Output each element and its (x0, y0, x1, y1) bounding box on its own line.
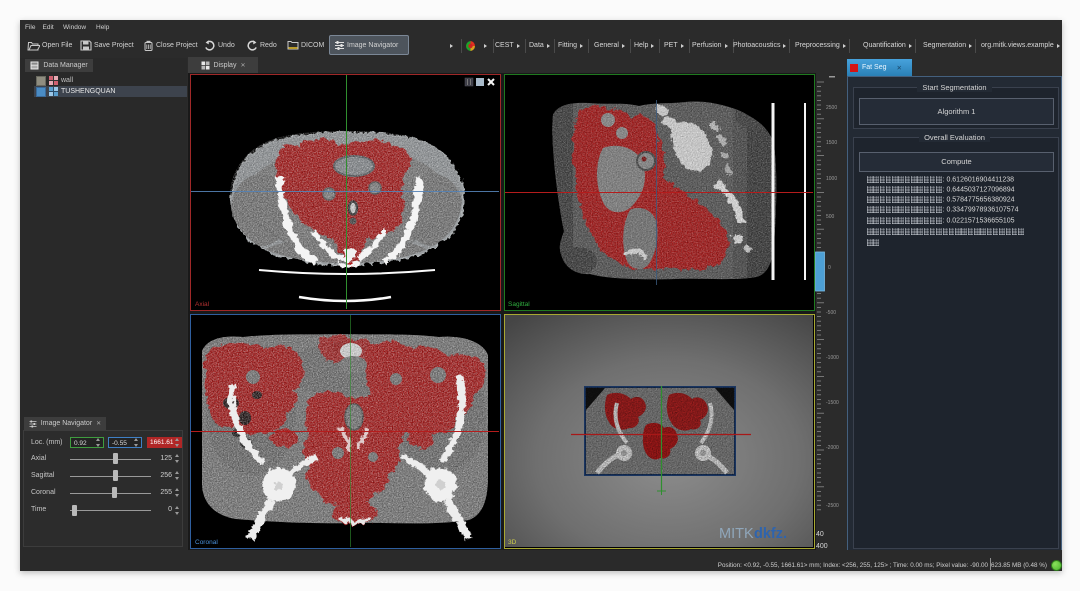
svg-text:Axial: Axial (195, 301, 210, 308)
svg-text:-1000: -1000 (826, 355, 839, 361)
svg-text:Coronal: Coronal (195, 539, 218, 546)
svg-text:1000: 1000 (826, 176, 837, 182)
svg-text:500: 500 (826, 214, 835, 220)
svg-text:-500: -500 (826, 310, 836, 316)
svg-text:-2000: -2000 (826, 445, 839, 451)
svg-text:40: 40 (816, 531, 824, 538)
svg-text:-2500: -2500 (826, 503, 839, 509)
svg-text:MITK: MITK (719, 526, 754, 542)
svg-text:1500: 1500 (826, 140, 837, 146)
svg-text:400: 400 (816, 543, 828, 550)
svg-text:2500: 2500 (826, 105, 837, 111)
svg-text:dkfz.: dkfz. (754, 526, 787, 542)
svg-text:Sagittal: Sagittal (508, 301, 530, 308)
svg-text:-1500: -1500 (826, 400, 839, 406)
svg-text:0: 0 (828, 265, 831, 271)
svg-text:3D: 3D (508, 539, 517, 546)
